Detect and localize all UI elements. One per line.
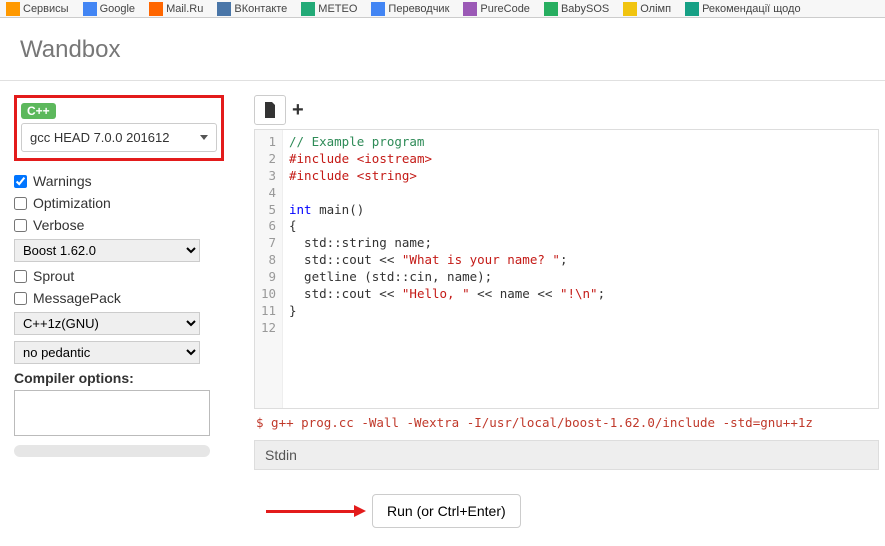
compile-command: $ g++ prog.cc -Wall -Wextra -I/usr/local…	[254, 409, 879, 436]
option-optimization[interactable]: Optimization	[14, 195, 224, 211]
compiler-options-label: Compiler options:	[14, 370, 224, 386]
bookmark-icon	[371, 2, 385, 16]
bookmark-icon	[6, 2, 20, 16]
bookmark-icon	[623, 2, 637, 16]
bookmark-item[interactable]: Олімп	[623, 2, 671, 16]
file-tab[interactable]	[254, 95, 286, 125]
header: Wandbox	[0, 18, 885, 81]
scrollbar-stub	[14, 445, 210, 457]
content: + 123456789101112 // Example program#inc…	[224, 95, 885, 528]
bookmark-icon	[217, 2, 231, 16]
file-tabs: +	[254, 95, 879, 125]
bookmark-icon	[301, 2, 315, 16]
line-gutter: 123456789101112	[255, 130, 283, 408]
option-verbose[interactable]: Verbose	[14, 217, 224, 233]
chevron-down-icon	[200, 135, 208, 140]
compiler-options-textarea[interactable]	[14, 390, 210, 436]
bookmark-item[interactable]: Переводчик	[371, 2, 449, 16]
bookmark-item[interactable]: Рекомендації щодо	[685, 2, 801, 16]
compiler-highlight: C++ gcc HEAD 7.0.0 201612	[14, 95, 224, 161]
boost-select[interactable]: Boost 1.62.0	[14, 239, 200, 262]
bookmark-icon	[149, 2, 163, 16]
bookmark-item[interactable]: BabySOS	[544, 2, 609, 16]
optimization-checkbox[interactable]	[14, 197, 27, 210]
run-button[interactable]: Run (or Ctrl+Enter)	[372, 494, 521, 528]
option-sprout[interactable]: Sprout	[14, 268, 224, 284]
add-tab-button[interactable]: +	[292, 99, 304, 122]
option-warnings[interactable]: Warnings	[14, 173, 224, 189]
sprout-checkbox[interactable]	[14, 270, 27, 283]
verbose-checkbox[interactable]	[14, 219, 27, 232]
bookmark-item[interactable]: METEO	[301, 2, 357, 16]
bookmark-item[interactable]: Mail.Ru	[149, 2, 203, 16]
bookmark-item[interactable]: Сервисы	[6, 2, 69, 16]
compiler-name: gcc HEAD 7.0.0 201612	[30, 130, 169, 145]
bookmark-item[interactable]: Google	[83, 2, 135, 16]
code-area[interactable]: // Example program#include <iostream>#in…	[283, 130, 878, 408]
sidebar: C++ gcc HEAD 7.0.0 201612 Warnings Optim…	[14, 95, 224, 528]
bookmark-item[interactable]: ВКонтакте	[217, 2, 287, 16]
stdin-toggle[interactable]: Stdin	[254, 440, 879, 470]
bookmark-icon	[83, 2, 97, 16]
bookmark-icon	[463, 2, 477, 16]
messagepack-checkbox[interactable]	[14, 292, 27, 305]
bookmark-icon	[685, 2, 699, 16]
warnings-checkbox[interactable]	[14, 175, 27, 188]
std-select[interactable]: C++1z(GNU)	[14, 312, 200, 335]
compiler-dropdown[interactable]: gcc HEAD 7.0.0 201612	[21, 123, 217, 152]
lang-badge: C++	[21, 103, 56, 119]
bookmark-icon	[544, 2, 558, 16]
code-editor[interactable]: 123456789101112 // Example program#inclu…	[254, 129, 879, 409]
pedantic-select[interactable]: no pedantic	[14, 341, 200, 364]
arrow-annotation	[266, 510, 356, 513]
page-title: Wandbox	[20, 36, 865, 64]
bookmarks-bar: Сервисы Google Mail.Ru ВКонтакте METEO Перево…	[0, 0, 885, 18]
bookmark-item[interactable]: PureCode	[463, 2, 530, 16]
file-icon	[263, 102, 277, 118]
option-messagepack[interactable]: MessagePack	[14, 290, 224, 306]
